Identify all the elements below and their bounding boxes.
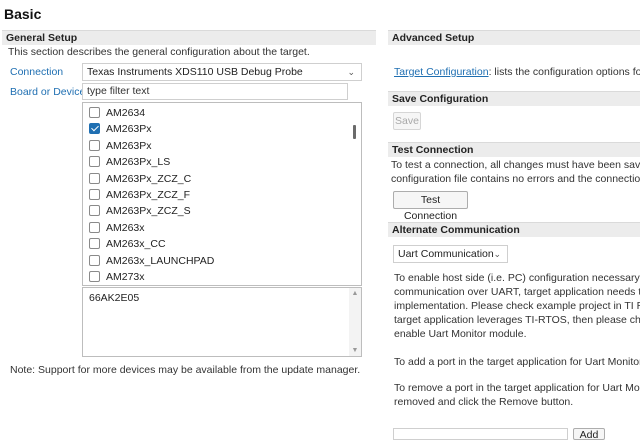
target-configuration-link[interactable]: Target Configuration xyxy=(394,66,489,78)
page-title: Basic xyxy=(4,6,42,22)
connection-combo[interactable]: Texas Instruments XDS110 USB Debug Probe… xyxy=(82,63,362,81)
advanced-setup-header: Advanced Setup xyxy=(388,30,640,45)
device-label: AM263x xyxy=(106,221,145,234)
device-label: AM263x_CC xyxy=(106,238,166,251)
test-connection-line-2: configuration file contains no errors an… xyxy=(391,173,640,185)
device-list-scroll-thumb[interactable] xyxy=(353,125,356,139)
device-details-box[interactable]: 66AK2E05 ▲ ▼ xyxy=(82,287,362,357)
scroll-up-icon[interactable]: ▲ xyxy=(349,290,361,297)
device-filter-input[interactable]: type filter text xyxy=(82,83,348,100)
general-setup-description: This section describes the general confi… xyxy=(8,46,310,58)
device-label: AM263x_LAUNCHPAD xyxy=(106,254,215,267)
connection-label: Connection xyxy=(10,66,64,78)
device-label: AM2634 xyxy=(106,107,146,119)
checkbox[interactable] xyxy=(89,156,100,168)
checkbox-checked[interactable] xyxy=(89,123,100,135)
checkbox[interactable] xyxy=(89,107,100,118)
alternate-communication-header: Alternate Communication xyxy=(388,222,640,237)
checkbox[interactable] xyxy=(89,254,100,266)
chevron-down-icon: ⌄ xyxy=(347,67,355,77)
checkbox[interactable] xyxy=(89,139,100,151)
alternate-para-1-line-1: To enable host side (i.e. PC) configurat… xyxy=(394,272,640,284)
device-label: AM263Px_ZCZ_C xyxy=(106,172,192,185)
test-connection-header: Test Connection xyxy=(388,142,640,157)
general-setup-header: General Setup xyxy=(2,30,376,45)
device-label: AM263Px_ZCZ_S xyxy=(106,205,191,218)
device-details-text: 66AK2E05 xyxy=(89,292,140,304)
board-or-device-label: Board or Device xyxy=(10,86,86,98)
alternate-para-2: To add a port in the target application … xyxy=(394,356,640,368)
save-button[interactable]: Save xyxy=(393,112,421,130)
device-label: AM263Px xyxy=(106,123,152,136)
device-label: AM263Px_ZCZ_F xyxy=(106,189,191,201)
checkbox[interactable] xyxy=(89,172,100,184)
save-configuration-header: Save Configuration xyxy=(388,91,640,106)
checkbox[interactable] xyxy=(89,221,100,233)
alternate-para-1-line-2: communication over UART, target applicat… xyxy=(394,286,640,298)
connection-combo-value: Texas Instruments XDS110 USB Debug Probe xyxy=(87,66,303,78)
communication-type-value: Uart Communication xyxy=(398,248,494,260)
details-scrollbar[interactable]: ▲ ▼ xyxy=(349,288,361,356)
checkbox[interactable] xyxy=(89,189,100,200)
chevron-down-icon: ⌄ xyxy=(493,249,501,259)
checkbox[interactable] xyxy=(89,205,100,217)
device-label: AM273x xyxy=(106,271,145,283)
add-port-button[interactable]: Add xyxy=(573,428,605,441)
test-connection-button[interactable]: Test Connection xyxy=(393,191,468,222)
alternate-para-3-line-1: To remove a port in the target applicati… xyxy=(394,382,640,394)
checkbox[interactable] xyxy=(89,271,100,282)
advanced-setup-text: Target Configuration: lists the configur… xyxy=(394,66,640,78)
device-list[interactable]: AM2634 AM263Px AM263Px AM263Px_LS AM263Px_ZC… xyxy=(82,102,362,286)
device-label: AM263Px_LS xyxy=(106,156,171,169)
update-manager-note: Note: Support for more devices may be av… xyxy=(10,364,361,376)
scroll-down-icon[interactable]: ▼ xyxy=(349,347,361,354)
device-list-scrollbar[interactable] xyxy=(349,103,361,285)
advanced-setup-rest: : lists the configuration options for xyxy=(488,66,640,78)
port-input[interactable] xyxy=(393,428,568,440)
alternate-para-3-line-2: removed and click the Remove button. xyxy=(394,396,574,408)
alternate-para-1-line-4: target application leverages TI-RTOS, th… xyxy=(394,314,640,326)
test-connection-line-1: To test a connection, all changes must h… xyxy=(391,159,640,171)
alternate-para-1-line-3: implementation. Please check example pro… xyxy=(394,300,640,312)
communication-type-dropdown[interactable]: Uart Communication ⌄ xyxy=(393,245,508,263)
checkbox[interactable] xyxy=(89,238,100,250)
device-label: AM263Px xyxy=(106,139,152,152)
alternate-para-1-line-5: enable Uart Monitor module. xyxy=(394,328,527,340)
